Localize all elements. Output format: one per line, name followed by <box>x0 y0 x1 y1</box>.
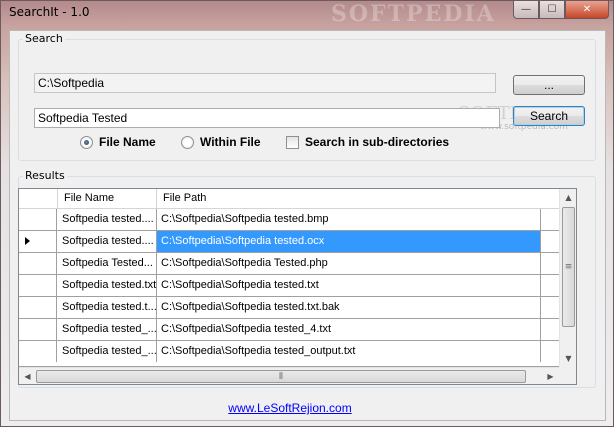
row-header[interactable] <box>19 209 57 230</box>
file-name-option[interactable]: File Name <box>80 135 156 149</box>
table-row[interactable]: Softpedia Tested... C:\Softpedia\Softped… <box>19 253 559 275</box>
client-area: Search C:\Softpedia ... SOFTPEDIA www.so… <box>9 30 606 421</box>
minimize-icon: — <box>521 4 531 15</box>
row-header[interactable] <box>19 275 57 296</box>
title-bar[interactable]: SearchIt - 1.0 SOFTPEDIA — ☐ ✕ <box>1 1 613 27</box>
file-name-cell[interactable]: Softpedia tested.txt <box>58 275 157 296</box>
window-controls: — ☐ ✕ <box>513 1 609 19</box>
file-path-cell[interactable]: C:\Softpedia\Softpedia tested.txt <box>157 275 541 296</box>
row-header[interactable] <box>19 253 57 274</box>
table-row[interactable]: Softpedia tested.... C:\Softpedia\Softpe… <box>19 209 559 231</box>
browse-button[interactable]: ... <box>513 75 585 95</box>
search-query-field[interactable]: Softpedia Tested <box>34 108 500 128</box>
row-header[interactable] <box>19 231 57 252</box>
scroll-left-icon[interactable]: ◀ <box>19 368 36 384</box>
search-button[interactable]: Search <box>513 106 585 126</box>
row-header[interactable] <box>19 341 57 362</box>
results-group-label: Results <box>23 169 67 182</box>
minimize-button[interactable]: — <box>513 1 539 19</box>
row-header[interactable] <box>19 297 57 318</box>
file-path-cell[interactable]: C:\Softpedia\Softpedia tested_4.txt <box>157 319 541 340</box>
softpedia-watermark: SOFTPEDIA <box>331 1 496 27</box>
table-row-selected[interactable]: Softpedia tested.... C:\Softpedia\Softpe… <box>19 231 559 253</box>
checkbox-icon[interactable] <box>286 135 299 149</box>
column-header-file-name[interactable]: File Name <box>58 189 157 209</box>
scroll-up-icon[interactable]: ▲ <box>560 189 576 206</box>
window-title: SearchIt - 1.0 <box>9 5 90 19</box>
search-group-label: Search <box>23 32 65 45</box>
horizontal-scrollbar[interactable]: ◀ ⦀ ▶ <box>19 367 559 384</box>
close-button[interactable]: ✕ <box>565 1 609 19</box>
vertical-scrollbar[interactable]: ▲ ≡ ▼ <box>559 189 576 367</box>
website-link[interactable]: www.LeSoftRejion.com <box>215 401 365 415</box>
app-window: SearchIt - 1.0 SOFTPEDIA — ☐ ✕ Search C:… <box>0 0 614 427</box>
file-name-cell[interactable]: Softpedia tested.... <box>58 231 157 252</box>
file-path-cell[interactable]: C:\Softpedia\Softpedia tested.txt.bak <box>157 297 541 318</box>
file-name-option-label: File Name <box>99 135 156 149</box>
table-row[interactable]: Softpedia tested.txt C:\Softpedia\Softpe… <box>19 275 559 297</box>
radio-unchecked-icon[interactable] <box>181 135 194 149</box>
table-row[interactable]: Softpedia tested.t... C:\Softpedia\Softp… <box>19 297 559 319</box>
current-row-arrow-icon <box>25 237 30 245</box>
subdirs-option[interactable]: Search in sub-directories <box>286 135 449 149</box>
file-path-cell[interactable]: C:\Softpedia\Softpedia tested.ocx <box>157 231 541 252</box>
file-name-cell[interactable]: Softpedia tested_... <box>58 341 157 362</box>
row-header-corner <box>19 189 58 209</box>
file-path-cell[interactable]: C:\Softpedia\Softpedia tested_output.txt <box>157 341 541 362</box>
within-file-option-label: Within File <box>200 135 261 149</box>
path-field[interactable]: C:\Softpedia <box>34 73 496 93</box>
scrollbar-corner <box>559 367 576 384</box>
radio-checked-icon[interactable] <box>80 135 93 149</box>
file-name-cell[interactable]: Softpedia tested.t... <box>58 297 157 318</box>
file-name-cell[interactable]: Softpedia Tested... <box>58 253 157 274</box>
file-path-cell[interactable]: C:\Softpedia\Softpedia tested.bmp <box>157 209 541 230</box>
within-file-option[interactable]: Within File <box>181 135 261 149</box>
close-icon: ✕ <box>582 4 592 15</box>
table-row[interactable]: Softpedia tested_... C:\Softpedia\Softpe… <box>19 341 559 367</box>
file-name-cell[interactable]: Softpedia tested.... <box>58 209 157 230</box>
results-table[interactable]: File Name File Path Softpedia tested....… <box>18 188 577 385</box>
maximize-icon: ☐ <box>547 4 557 15</box>
scroll-down-icon[interactable]: ▼ <box>560 350 576 367</box>
file-path-cell[interactable]: C:\Softpedia\Softpedia Tested.php <box>157 253 541 274</box>
row-header[interactable] <box>19 319 57 340</box>
subdirs-option-label: Search in sub-directories <box>305 135 450 149</box>
maximize-button[interactable]: ☐ <box>539 1 565 19</box>
file-name-cell[interactable]: Softpedia tested_... <box>58 319 157 340</box>
vertical-scroll-thumb[interactable]: ≡ <box>562 207 575 327</box>
table-header: File Name File Path <box>19 189 559 209</box>
table-row[interactable]: Softpedia tested_... C:\Softpedia\Softpe… <box>19 319 559 341</box>
scroll-right-icon[interactable]: ▶ <box>542 368 559 384</box>
column-header-file-path[interactable]: File Path <box>157 189 541 209</box>
horizontal-scroll-thumb[interactable]: ⦀ <box>36 370 526 383</box>
